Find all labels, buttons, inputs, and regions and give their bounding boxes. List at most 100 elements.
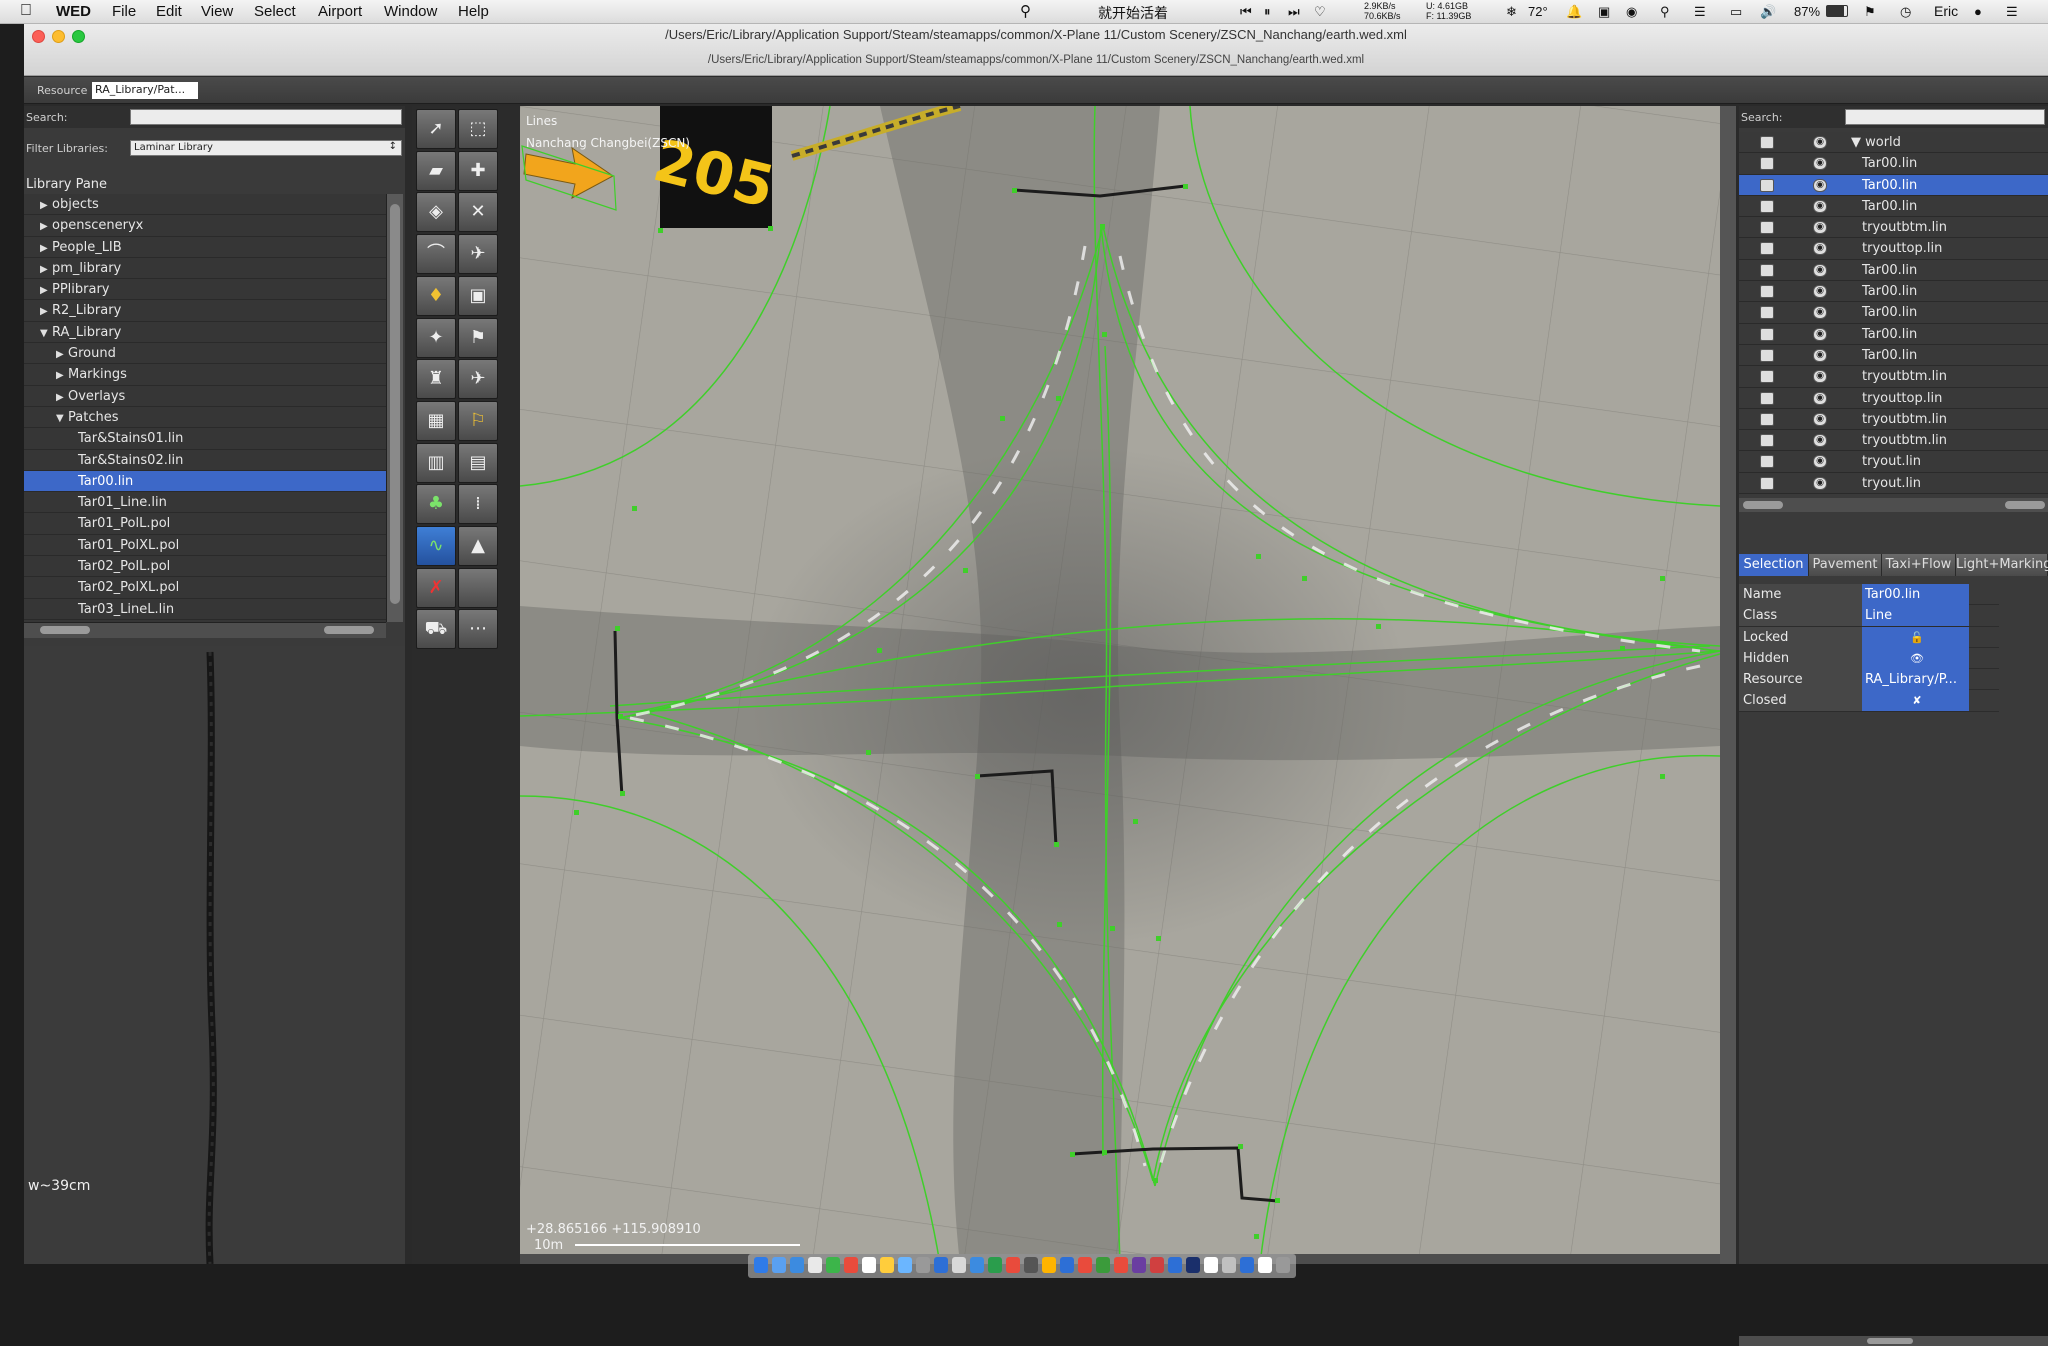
world-root-item[interactable]: ◉ ▼ world: [1739, 132, 2048, 154]
world-item[interactable]: ◉ Tar00.lin: [1739, 195, 2048, 218]
search-status-icon[interactable]: ⚲: [1020, 2, 1031, 20]
lock-icon[interactable]: [1760, 178, 1774, 192]
dock-app-icon[interactable]: [1222, 1257, 1236, 1273]
library-item[interactable]: ▶ PPlibrary: [24, 279, 386, 301]
visibility-eye-icon[interactable]: ◉: [1813, 370, 1827, 384]
library-item[interactable]: ▶ Ground: [24, 343, 386, 365]
ramp-start-tool[interactable]: ✈: [458, 234, 498, 275]
property-value[interactable]: Tar00.lin: [1862, 584, 1969, 605]
dock-app-icon[interactable]: [1186, 1257, 1200, 1273]
sign-tool[interactable]: ▣: [458, 275, 498, 316]
truck-tool[interactable]: ⛟: [416, 609, 456, 650]
exclusion-tool[interactable]: ✗: [416, 567, 456, 608]
library-item[interactable]: Tar02_PolXL.pol: [24, 577, 386, 599]
menu-edit[interactable]: Edit: [156, 3, 182, 20]
disclosure-closed-icon[interactable]: ▶: [40, 301, 52, 322]
route-dots-tool[interactable]: ⋯: [458, 609, 498, 650]
lock-icon[interactable]: [1760, 306, 1774, 320]
dock-app-icon[interactable]: [754, 1257, 768, 1273]
dock-app-icon[interactable]: [898, 1257, 912, 1273]
light-tool[interactable]: ♦: [416, 275, 456, 316]
sealane-tool[interactable]: ◈: [416, 192, 456, 233]
dock-app-icon[interactable]: [844, 1257, 858, 1273]
library-search-input[interactable]: [130, 109, 402, 125]
dock-app-icon[interactable]: [1078, 1257, 1092, 1273]
display-icon[interactable]: ▣: [1598, 4, 1610, 20]
scroll-thumb[interactable]: [390, 204, 400, 604]
property-value[interactable]: ✘: [1862, 690, 1969, 712]
lock-icon[interactable]: [1760, 263, 1774, 277]
tab-taxi-flow[interactable]: Taxi+Flow: [1882, 554, 1956, 576]
string-tool[interactable]: ▤: [458, 442, 498, 483]
visibility-eye-icon[interactable]: ◉: [1813, 242, 1827, 256]
visibility-eye-icon[interactable]: ◉: [1813, 306, 1827, 320]
flag-icon[interactable]: ⚑: [1864, 4, 1876, 20]
lock-icon[interactable]: [1760, 391, 1774, 405]
disclosure-closed-icon[interactable]: ▶: [40, 238, 52, 259]
menu-airport[interactable]: Airport: [318, 3, 362, 20]
next-track-icon[interactable]: ⏭: [1288, 4, 1300, 20]
tab-pavement[interactable]: Pavement: [1809, 554, 1882, 576]
dock-app-icon[interactable]: [1276, 1257, 1290, 1273]
visibility-eye-icon[interactable]: ◉: [1813, 285, 1827, 299]
apple-icon[interactable]: : [20, 2, 32, 20]
visibility-eye-icon[interactable]: ◉: [1813, 391, 1827, 405]
lock-icon[interactable]: [1760, 434, 1774, 448]
world-item[interactable]: ◉ tryout.lin: [1739, 472, 2048, 495]
bell-icon[interactable]: 🔔: [1566, 4, 1582, 20]
property-value[interactable]: 🔓: [1862, 626, 1969, 648]
visibility-eye-icon[interactable]: ◉: [1813, 263, 1827, 277]
wechat-icon[interactable]: ◉: [1626, 4, 1637, 20]
world-item[interactable]: ◉ tryouttop.lin: [1739, 387, 2048, 409]
map-canvas[interactable]: 205: [520, 106, 1720, 1264]
library-item[interactable]: Tar01_PolL.pol: [24, 513, 386, 535]
visibility-eye-icon[interactable]: ◉: [1813, 476, 1827, 490]
library-item[interactable]: ▶ Overlays: [24, 385, 386, 407]
library-item[interactable]: ▶ People_LIB: [24, 236, 386, 259]
properties-horizontal-scrollbar[interactable]: [1739, 1336, 2048, 1346]
library-item[interactable]: Tar03_LineL.lin: [24, 598, 386, 620]
dock-app-icon[interactable]: [1240, 1257, 1254, 1273]
user-name[interactable]: Eric: [1934, 3, 1958, 19]
library-item[interactable]: ▶ opensceneryx: [24, 215, 386, 237]
resource-field[interactable]: RA_Library/Pat...: [92, 82, 198, 99]
lock-icon[interactable]: [1760, 327, 1774, 341]
visibility-eye-icon[interactable]: ◉: [1813, 327, 1827, 341]
line-tool[interactable]: ∿: [416, 526, 456, 566]
siri-icon[interactable]: ●: [1974, 4, 1982, 19]
menu-window[interactable]: Window: [384, 3, 437, 20]
world-item[interactable]: ◉ Tar00.lin: [1739, 174, 2048, 196]
dock-app-icon[interactable]: [862, 1257, 876, 1273]
boundary-tool[interactable]: ⌒: [416, 234, 456, 275]
dock-app-icon[interactable]: [988, 1257, 1002, 1273]
menu-app-name[interactable]: WED: [56, 3, 91, 20]
world-item[interactable]: ◉ Tar00.lin: [1739, 259, 2048, 282]
tower-viewpoint-tool[interactable]: ♜: [416, 359, 456, 400]
dock-app-icon[interactable]: [1006, 1257, 1020, 1273]
disclosure-closed-icon[interactable]: ▶: [40, 259, 52, 280]
world-item[interactable]: ◉ tryoutbtm.lin: [1739, 408, 2048, 431]
lock-icon[interactable]: [1760, 370, 1774, 384]
facade-tool[interactable]: ▦: [416, 400, 456, 441]
lock-icon[interactable]: [1760, 157, 1774, 171]
vertex-tool[interactable]: ➚: [416, 109, 456, 149]
world-item[interactable]: ◉ Tar00.lin: [1739, 302, 2048, 324]
windsock-tool[interactable]: ⚑: [458, 317, 498, 358]
lock-icon[interactable]: [1760, 136, 1774, 149]
dock-app-icon[interactable]: [1060, 1257, 1074, 1273]
library-item[interactable]: ▶ pm_library: [24, 257, 386, 280]
heart-icon[interactable]: ♡: [1314, 4, 1326, 20]
world-item[interactable]: ◉ Tar00.lin: [1739, 323, 2048, 345]
disclosure-closed-icon[interactable]: ▶: [56, 344, 68, 365]
disclosure-open-icon[interactable]: ▼: [56, 408, 68, 429]
dock-app-icon[interactable]: [1114, 1257, 1128, 1273]
visibility-eye-icon[interactable]: ◉: [1813, 455, 1827, 469]
lock-icon[interactable]: [1760, 242, 1774, 256]
map-view[interactable]: 205 Lines Nanchang Changbei(ZSCN) +28.86…: [520, 106, 1720, 1264]
library-horizontal-scrollbar[interactable]: [24, 622, 386, 638]
building-tool[interactable]: ▥: [416, 442, 456, 483]
property-value[interactable]: RA_Library/P...: [1862, 669, 1969, 691]
dock-app-icon[interactable]: [772, 1257, 786, 1273]
dock-app-icon[interactable]: [880, 1257, 894, 1273]
dock-app-icon[interactable]: [1168, 1257, 1182, 1273]
